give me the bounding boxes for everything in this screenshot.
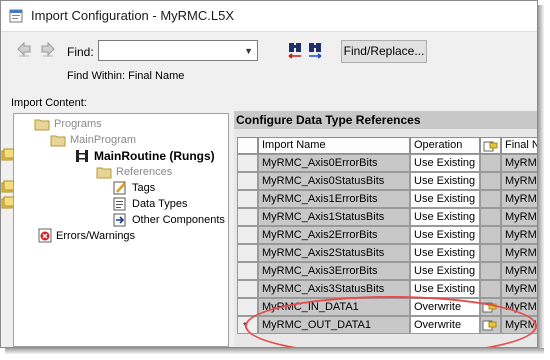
title-bar: Import Configuration - MyRMC.L5X	[1, 1, 537, 32]
folder-icon	[96, 167, 112, 179]
grid-header-find-replace[interactable]	[480, 137, 501, 154]
row-selector[interactable]	[237, 172, 258, 190]
cell-final-name: MyRMC	[501, 262, 537, 280]
cell-find-replace	[480, 172, 501, 190]
cell-operation[interactable]: Use Existing	[410, 280, 480, 298]
cell-import-name: MyRMC_Axis1ErrorBits	[258, 190, 410, 208]
cell-import-name: MyRMC_Axis0StatusBits	[258, 172, 410, 190]
row-selector[interactable]	[237, 280, 258, 298]
cell-import-name: MyRMC_Axis0ErrorBits	[258, 154, 410, 172]
data-types-icon	[113, 197, 126, 211]
cell-operation[interactable]: Use Existing	[410, 190, 480, 208]
cell-operation[interactable]: Use Existing	[410, 208, 480, 226]
find-toolbar: Find: ▼ Find/Replace... Find Within: Fin…	[1, 32, 537, 88]
folder-icon	[34, 119, 50, 131]
back-arrow-icon[interactable]	[15, 41, 33, 59]
error-icon	[38, 228, 52, 243]
cell-operation[interactable]: Overwrite	[410, 298, 480, 316]
find-within-label: Find Within: Final Name	[67, 70, 185, 82]
cell-import-name: MyRMC_Axis3ErrorBits	[258, 262, 410, 280]
cell-find-replace	[480, 262, 501, 280]
cell-operation[interactable]: Use Existing	[410, 172, 480, 190]
binoculars-icon[interactable]	[287, 41, 325, 61]
cell-find-replace	[480, 280, 501, 298]
chevron-down-icon[interactable]: ▼	[244, 46, 253, 56]
find-replace-column-icon	[482, 302, 497, 313]
cell-import-name: MyRMC_Axis2StatusBits	[258, 244, 410, 262]
other-components-icon	[113, 213, 126, 227]
cell-import-name: MyRMC_Axis3StatusBits	[258, 280, 410, 298]
tree-label-main-program: MainProgram	[70, 134, 137, 146]
panel-title: Configure Data Type References	[236, 113, 421, 127]
row-selector[interactable]	[237, 298, 258, 316]
tree-label-other-components: Other Components	[132, 214, 225, 226]
forward-arrow-icon[interactable]	[39, 41, 57, 59]
find-replace-button[interactable]: Find/Replace...	[341, 40, 427, 63]
row-selector[interactable]	[237, 244, 258, 262]
grid-header-final-name[interactable]: Final N	[501, 137, 537, 154]
tree-label-tags: Tags	[132, 182, 156, 194]
tree-label-references: References	[116, 166, 173, 178]
cell-import-name: MyRMC_Axis1StatusBits	[258, 208, 410, 226]
grid-header-operation[interactable]: Operation	[410, 137, 480, 154]
folder-icon	[50, 135, 66, 147]
row-selector[interactable]: *	[237, 316, 258, 334]
row-selector[interactable]	[237, 190, 258, 208]
tree-label-programs: Programs	[54, 118, 102, 130]
row-selector[interactable]	[237, 226, 258, 244]
cell-import-name: MyRMC_OUT_DATA1	[258, 316, 410, 334]
cell-find-replace	[480, 226, 501, 244]
grid-header-import-name[interactable]: Import Name	[258, 137, 410, 154]
find-replace-column-icon	[482, 320, 497, 331]
cell-final-name: MyRMC	[501, 316, 537, 334]
import-content-tree[interactable]: Programs MainProgram MainRoutine (Rungs)…	[13, 113, 229, 347]
cell-import-name: MyRMC_Axis2ErrorBits	[258, 226, 410, 244]
cell-find-replace	[480, 154, 501, 172]
row-marker: *	[243, 321, 247, 332]
routine-icon	[76, 150, 88, 162]
cell-final-name: MyRMC	[501, 244, 537, 262]
grid-header-selector	[237, 137, 258, 154]
tree-label-errors-warnings: Errors/Warnings	[56, 230, 136, 242]
find-replace-column-icon	[483, 141, 498, 152]
import-content-label: Import Content:	[11, 97, 87, 109]
cell-find-replace	[480, 244, 501, 262]
find-input[interactable]: ▼	[98, 40, 258, 61]
cell-find-replace	[480, 190, 501, 208]
cell-final-name: MyRMC	[501, 280, 537, 298]
tags-icon	[113, 181, 126, 195]
configure-data-type-references-panel: Configure Data Type References Import Na…	[234, 111, 537, 347]
row-selector[interactable]	[237, 262, 258, 280]
cell-find-replace[interactable]	[480, 298, 501, 316]
cell-find-replace	[480, 208, 501, 226]
cell-find-replace[interactable]	[480, 316, 501, 334]
cell-operation[interactable]: Use Existing	[410, 226, 480, 244]
row-selector[interactable]	[237, 154, 258, 172]
find-label: Find:	[67, 45, 94, 59]
import-configuration-window: Import Configuration - MyRMC.L5X Find: ▼	[0, 0, 538, 348]
cell-operation[interactable]: Use Existing	[410, 244, 480, 262]
panel-header: Configure Data Type References	[234, 111, 537, 129]
app-icon	[9, 9, 23, 23]
cell-import-name: MyRMC_IN_DATA1	[258, 298, 410, 316]
cell-final-name: MyRMC	[501, 298, 537, 316]
cell-final-name: MyRMC	[501, 172, 537, 190]
window-title: Import Configuration - MyRMC.L5X	[31, 8, 235, 23]
cell-final-name: MyRMC	[501, 190, 537, 208]
cell-final-name: MyRMC	[501, 208, 537, 226]
cell-final-name: MyRMC	[501, 154, 537, 172]
cell-operation[interactable]: Use Existing	[410, 154, 480, 172]
cell-final-name: MyRMC	[501, 226, 537, 244]
tree-label-main-routine: MainRoutine (Rungs)	[94, 149, 215, 163]
cell-operation[interactable]: Overwrite	[410, 316, 480, 334]
tree-label-data-types: Data Types	[132, 198, 188, 210]
cell-operation[interactable]: Use Existing	[410, 262, 480, 280]
row-selector[interactable]	[237, 208, 258, 226]
